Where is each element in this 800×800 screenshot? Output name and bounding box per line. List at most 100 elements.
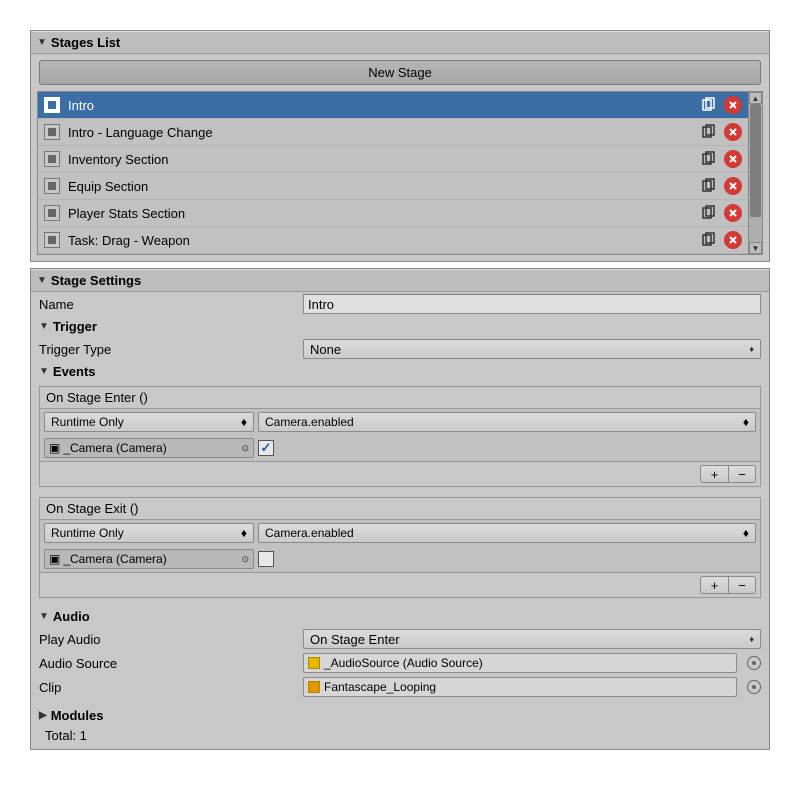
on-stage-exit-block: On Stage Exit () Runtime Only ♦ Camera.e…	[39, 497, 761, 573]
method-value: Camera.enabled	[265, 526, 354, 540]
dropdown-arrow-icon: ♦	[749, 634, 754, 644]
delete-icon[interactable]	[724, 96, 742, 114]
foldout-icon: ▶	[39, 710, 47, 721]
stages-list-panel: ▼ Stages List New Stage Intro Intro - Lan…	[30, 30, 770, 262]
add-event-button[interactable]: +	[700, 465, 728, 483]
stage-toggle[interactable]	[44, 205, 60, 221]
foldout-icon: ▼	[37, 275, 47, 286]
stages-list-body: Intro Intro - Language Change Inventory Se…	[38, 92, 748, 254]
exit-event-footer: + −	[39, 573, 761, 598]
audio-source-value: _AudioSource (Audio Source)	[324, 656, 483, 670]
stage-row[interactable]: Equip Section	[38, 173, 748, 200]
duplicate-icon[interactable]	[700, 97, 716, 113]
name-input[interactable]	[303, 294, 761, 314]
delete-icon[interactable]	[724, 204, 742, 222]
bool-checkbox[interactable]	[258, 440, 274, 456]
delete-icon[interactable]	[724, 177, 742, 195]
method-dropdown[interactable]: Camera.enabled ♦	[258, 412, 756, 432]
dropdown-arrow-icon: ♦	[241, 415, 247, 429]
on-stage-enter-title: On Stage Enter ()	[40, 387, 760, 409]
stage-row[interactable]: Task: Drag - Weapon	[38, 227, 748, 254]
on-stage-enter-block: On Stage Enter () Runtime Only ♦ Camera.…	[39, 386, 761, 462]
play-audio-value: On Stage Enter	[310, 632, 400, 647]
runtime-value: Runtime Only	[51, 526, 124, 540]
duplicate-icon[interactable]	[700, 178, 716, 194]
trigger-type-row: Trigger Type None ♦	[31, 337, 769, 361]
stage-label: Task: Drag - Weapon	[68, 233, 692, 248]
stage-settings-title: Stage Settings	[51, 273, 141, 288]
events-header[interactable]: ▼ Events	[31, 361, 769, 382]
stage-row[interactable]: Intro	[38, 92, 748, 119]
stage-toggle[interactable]	[44, 124, 60, 140]
stage-row[interactable]: Player Stats Section	[38, 200, 748, 227]
stage-settings-header[interactable]: ▼ Stage Settings	[31, 269, 769, 292]
stage-row[interactable]: Intro - Language Change	[38, 119, 748, 146]
bool-checkbox[interactable]	[258, 551, 274, 567]
delete-icon[interactable]	[724, 123, 742, 141]
trigger-type-value: None	[310, 342, 341, 357]
foldout-icon: ▼	[39, 366, 49, 377]
audio-source-field[interactable]: _AudioSource (Audio Source)	[303, 653, 737, 673]
new-stage-button[interactable]: New Stage	[39, 60, 761, 85]
object-picker-icon[interactable]	[747, 680, 761, 694]
scrollbar[interactable]: ▲ ▼	[748, 92, 762, 254]
remove-event-button[interactable]: −	[728, 465, 756, 483]
dropdown-arrow-icon: ♦	[749, 344, 754, 354]
play-audio-label: Play Audio	[39, 632, 299, 647]
foldout-icon: ▼	[39, 321, 49, 332]
scroll-up-icon[interactable]: ▲	[749, 92, 762, 104]
trigger-title: Trigger	[53, 319, 97, 334]
events-title: Events	[53, 364, 96, 379]
foldout-icon: ▼	[39, 611, 49, 622]
stages-list: Intro Intro - Language Change Inventory Se…	[37, 91, 763, 255]
stage-row[interactable]: Inventory Section	[38, 146, 748, 173]
duplicate-icon[interactable]	[700, 151, 716, 167]
audiosource-icon	[308, 657, 320, 669]
method-dropdown[interactable]: Camera.enabled ♦	[258, 523, 756, 543]
modules-total: Total: 1	[31, 726, 769, 749]
target-object-field[interactable]: ▣ _Camera (Camera) ⊙	[44, 549, 254, 569]
target-value: _Camera (Camera)	[63, 441, 166, 455]
object-picker-icon[interactable]: ⊙	[241, 554, 249, 565]
stage-label: Intro - Language Change	[68, 125, 692, 140]
stage-label: Inventory Section	[68, 152, 692, 167]
method-value: Camera.enabled	[265, 415, 354, 429]
name-field-row: Name	[31, 292, 769, 316]
scroll-thumb[interactable]	[750, 104, 761, 217]
clip-value: Fantascape_Looping	[324, 680, 436, 694]
delete-icon[interactable]	[724, 231, 742, 249]
clip-field[interactable]: Fantascape_Looping	[303, 677, 737, 697]
object-picker-icon[interactable]: ⊙	[241, 443, 249, 454]
remove-event-button[interactable]: −	[728, 576, 756, 594]
stage-toggle[interactable]	[44, 232, 60, 248]
delete-icon[interactable]	[724, 150, 742, 168]
target-object-field[interactable]: ▣ _Camera (Camera) ⊙	[44, 438, 254, 458]
foldout-icon: ▼	[37, 37, 47, 48]
trigger-header[interactable]: ▼ Trigger	[31, 316, 769, 337]
play-audio-row: Play Audio On Stage Enter ♦	[31, 627, 769, 651]
play-audio-dropdown[interactable]: On Stage Enter ♦	[303, 629, 761, 649]
target-value: _Camera (Camera)	[63, 552, 166, 566]
stage-toggle[interactable]	[44, 97, 60, 113]
runtime-dropdown[interactable]: Runtime Only ♦	[44, 412, 254, 432]
stage-label: Equip Section	[68, 179, 692, 194]
stage-label: Intro	[68, 98, 692, 113]
stages-list-title: Stages List	[51, 35, 120, 50]
add-event-button[interactable]: +	[700, 576, 728, 594]
dropdown-arrow-icon: ♦	[743, 415, 749, 429]
duplicate-icon[interactable]	[700, 124, 716, 140]
audio-source-row: Audio Source _AudioSource (Audio Source)	[31, 651, 769, 675]
runtime-dropdown[interactable]: Runtime Only ♦	[44, 523, 254, 543]
object-picker-icon[interactable]	[747, 656, 761, 670]
modules-title: Modules	[51, 708, 104, 723]
duplicate-icon[interactable]	[700, 232, 716, 248]
trigger-type-dropdown[interactable]: None ♦	[303, 339, 761, 359]
scroll-down-icon[interactable]: ▼	[749, 242, 762, 254]
stage-toggle[interactable]	[44, 178, 60, 194]
duplicate-icon[interactable]	[700, 205, 716, 221]
modules-header[interactable]: ▶ Modules	[31, 705, 769, 726]
runtime-value: Runtime Only	[51, 415, 124, 429]
audio-header[interactable]: ▼ Audio	[31, 606, 769, 627]
stage-toggle[interactable]	[44, 151, 60, 167]
stages-list-header[interactable]: ▼ Stages List	[31, 31, 769, 54]
